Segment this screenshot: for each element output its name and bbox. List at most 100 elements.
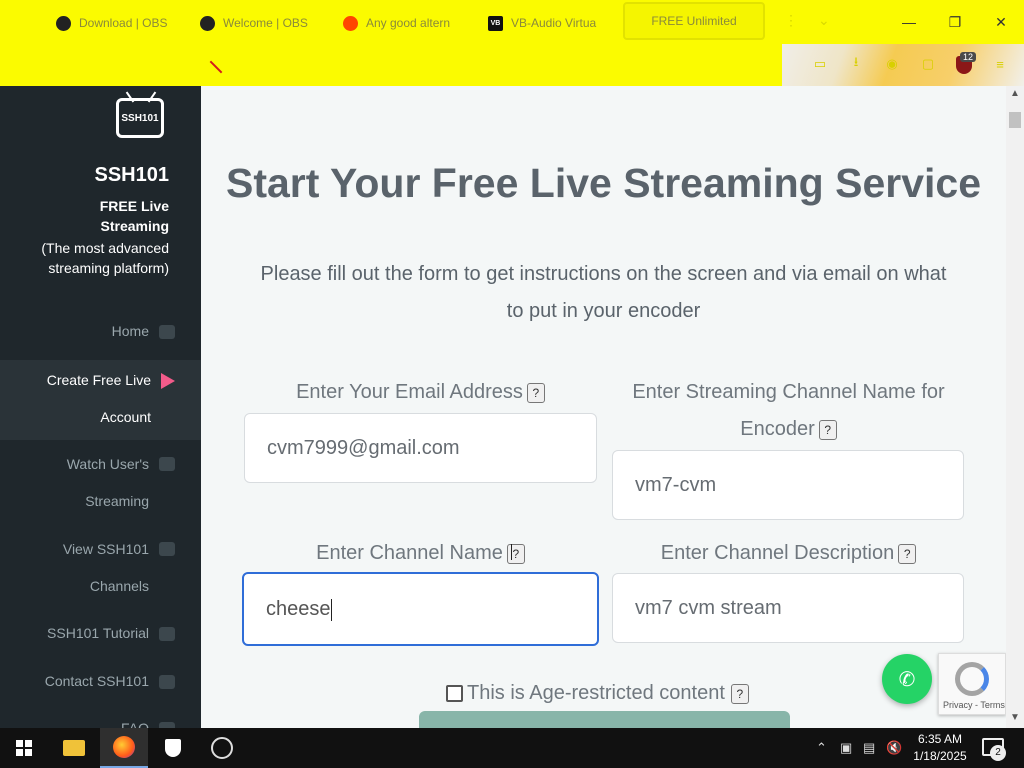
page-subtitle: Please fill out the form to get instruct… <box>260 263 947 322</box>
recaptcha-icon <box>955 662 989 696</box>
tab-label: Download | OBS <box>79 16 168 30</box>
tab-label: Welcome | OBS <box>223 16 308 30</box>
start-button[interactable] <box>0 728 48 768</box>
download-icon[interactable]: ⭳ <box>848 54 864 72</box>
page-title: Start Your Free Live Streaming Service <box>225 160 982 206</box>
help-icon[interactable]: ? <box>818 419 837 440</box>
volume-muted-icon[interactable]: 🔇 <box>886 740 902 756</box>
sidebar-item-create-account[interactable]: Create Free Live Account <box>0 360 201 440</box>
clock-time: 6:35 AM <box>917 732 963 746</box>
taskbar: ⌃ ▣ ▤ 🔇 6:35 AM 1/18/2025 2 <box>0 728 1024 768</box>
vb-audio-icon: VB <box>488 15 503 31</box>
recaptcha-badge[interactable]: Privacy - Terms <box>938 653 1006 715</box>
browser-tab[interactable]: Welcome | OBS <box>200 8 308 38</box>
home-icon <box>159 325 175 340</box>
notification-count: 2 <box>990 745 1006 761</box>
firefox-button[interactable] <box>100 728 148 768</box>
obs-button[interactable] <box>198 728 246 768</box>
sidebar-item-label: Home <box>111 323 149 339</box>
age-restricted-label: This is Age-restricted content <box>467 682 725 704</box>
sidebar-item-label: Create Free Live Account <box>46 372 151 425</box>
file-explorer-button[interactable] <box>50 728 98 768</box>
reddit-icon <box>343 15 358 31</box>
browser-toolbar <box>0 44 782 86</box>
email-label-text: Enter Your Email Address <box>296 381 523 403</box>
channel-description-label-text: Enter Channel Description <box>660 542 895 564</box>
ssh101-logo[interactable]: SSH101 <box>116 91 164 138</box>
browser-tab-active[interactable]: FREE Unlimited <box>623 2 765 40</box>
browser-tab[interactable]: Any good altern <box>343 8 450 38</box>
tagline: (The most advanced streaming platform) <box>41 240 169 276</box>
browser-tab[interactable]: VB VB-Audio Virtua <box>488 8 596 38</box>
antenna-icon <box>147 91 157 103</box>
sidebar-item-tutorial[interactable]: SSH101 Tutorial <box>0 615 201 652</box>
mouse-cursor <box>511 544 512 560</box>
extensions-icon[interactable]: ▢ <box>920 56 936 72</box>
restore-icon[interactable]: ❐ <box>942 10 968 34</box>
folder-icon <box>63 740 85 756</box>
extension-badge: 12 <box>960 52 977 62</box>
obs-icon <box>211 737 233 759</box>
meet-icon[interactable]: ▣ <box>840 740 852 756</box>
tab-label: Any good altern <box>366 16 451 30</box>
stream-name-label-text: Enter Streaming Channel Name for Encoder <box>632 381 945 440</box>
age-restricted-option[interactable]: This is Age-restricted content ? <box>446 682 749 705</box>
sidebar-item-home[interactable]: Home <box>0 313 201 350</box>
minimize-icon[interactable]: — <box>896 10 922 34</box>
stream-name-field[interactable]: vm7-cvm <box>612 450 964 520</box>
shield-icon <box>165 739 181 757</box>
sidebar-item-label: Contact SSH101 <box>44 673 149 689</box>
browser-tab[interactable]: Download | OBS <box>56 8 168 38</box>
whatsapp-button[interactable]: ✆ <box>882 654 932 704</box>
help-icon[interactable]: ? <box>526 382 545 403</box>
text-caret <box>330 598 332 621</box>
channel-description-field[interactable]: vm7 cvm stream <box>612 573 964 643</box>
sidebar-item-label: View SSH101 Channels <box>62 541 149 594</box>
recaptcha-links[interactable]: Privacy - Terms <box>943 700 1005 710</box>
channel-name-field[interactable]: cheese <box>242 572 599 646</box>
browser-tab-bar: Download | OBS Welcome | OBS Any good al… <box>0 0 1024 44</box>
account-icon[interactable]: ◉ <box>884 56 900 72</box>
tab-list-icon[interactable]: ⌄ <box>818 12 830 29</box>
firefox-icon <box>113 736 135 758</box>
tab-label: VB-Audio Virtua <box>511 16 597 30</box>
email-label: Enter Your Email Address? <box>244 374 597 411</box>
bookmark-icon[interactable]: ▭ <box>812 56 828 72</box>
question-icon <box>159 627 175 642</box>
sidebar-item-watch[interactable]: Watch User's Streaming <box>0 446 201 520</box>
sidebar-item-contact[interactable]: Contact SSH101 <box>0 663 201 700</box>
whatsapp-icon: ✆ <box>898 668 916 691</box>
clock[interactable]: 6:35 AM 1/18/2025 <box>908 731 972 765</box>
tagline-bold: FREE Live Streaming <box>99 198 169 234</box>
help-icon[interactable]: ? <box>506 543 525 564</box>
tray-chevron-icon[interactable]: ⌃ <box>816 740 827 756</box>
age-restricted-checkbox[interactable] <box>446 685 463 702</box>
clock-date: 1/18/2025 <box>913 749 967 763</box>
tab-scroll-icon[interactable]: ⋮ <box>784 12 798 29</box>
play-icon <box>161 373 175 389</box>
menu-icon[interactable]: ≡ <box>992 56 1008 72</box>
channel-name-value: cheese <box>266 598 331 620</box>
email-field[interactable]: cvm7999@gmail.com <box>244 413 597 483</box>
user-icon <box>159 675 175 690</box>
scroll-up-icon[interactable]: ▲ <box>1010 88 1020 99</box>
scroll-down-icon[interactable]: ▼ <box>1010 712 1020 723</box>
stream-name-label: Enter Streaming Channel Name for Encoder… <box>612 374 965 448</box>
sidebar-item-faq[interactable]: FAQ <box>0 710 201 728</box>
help-icon[interactable]: ? <box>898 543 917 564</box>
obs-icon <box>56 15 71 31</box>
channel-description-label: Enter Channel Description? <box>612 535 965 572</box>
antenna-icon <box>125 91 135 103</box>
sidebar-item-label: SSH101 Tutorial <box>47 625 149 641</box>
sidebar: SSH101 SSH101 FREE Live Streaming (The m… <box>0 86 201 728</box>
help-icon[interactable]: ? <box>730 683 749 704</box>
scrollbar-thumb[interactable] <box>1009 112 1021 128</box>
network-icon[interactable]: ▤ <box>863 740 875 756</box>
sidebar-item-channels[interactable]: View SSH101 Channels <box>0 531 201 605</box>
vertical-scrollbar[interactable]: ▲ ▼ <box>1006 86 1024 728</box>
logo-text: SSH101 <box>121 112 159 124</box>
close-icon[interactable]: ✕ <box>988 10 1014 34</box>
security-button[interactable] <box>149 728 197 768</box>
channel-name-label-text: Enter Channel Name <box>316 542 503 564</box>
obs-icon <box>200 15 215 31</box>
